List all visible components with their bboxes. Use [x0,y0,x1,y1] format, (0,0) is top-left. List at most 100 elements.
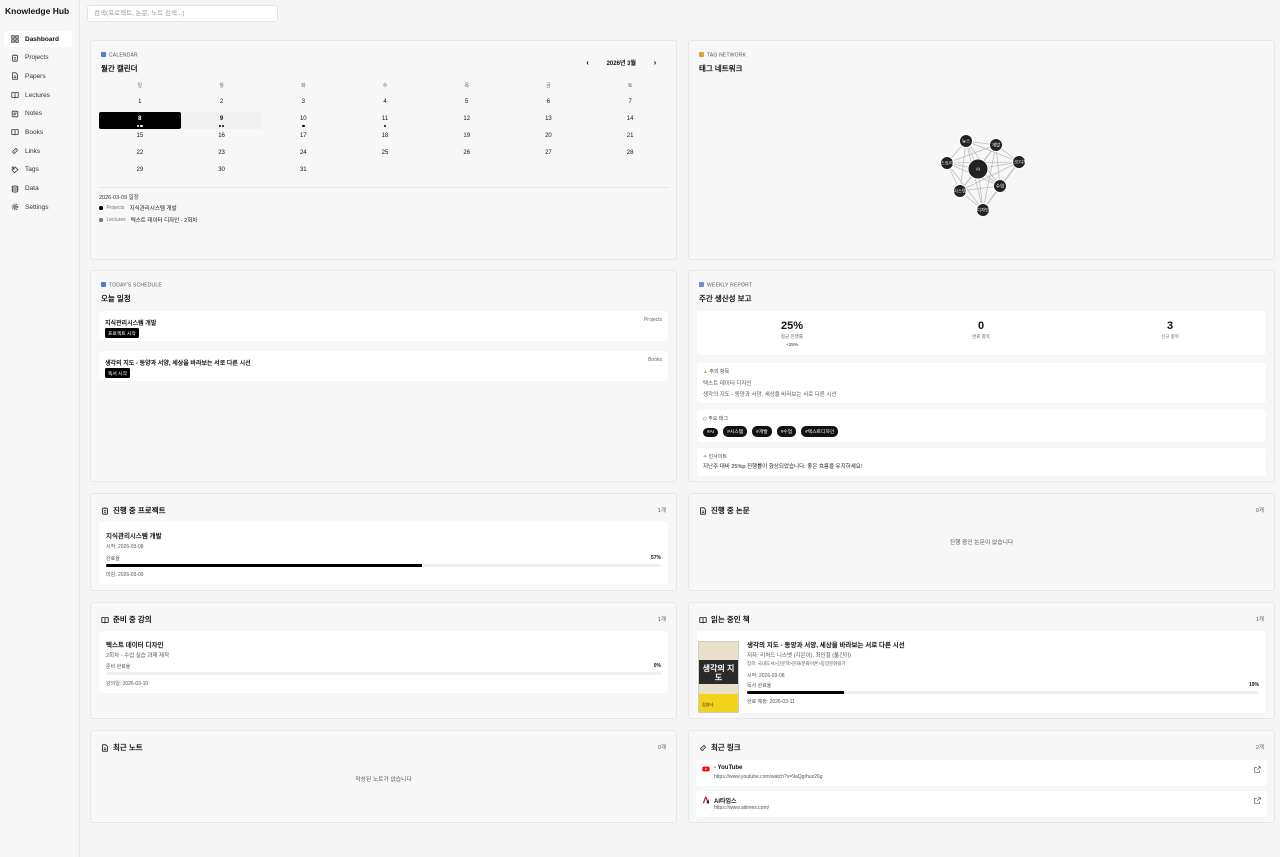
lecture-subtitle: 2회차 - 수업 실습 과제 제작 [106,653,170,659]
calendar-day[interactable]: 25 [344,146,426,163]
clipboard-icon [102,507,108,515]
attention-item[interactable]: 생각의 지도 - 동양과 서양, 세상을 바라보는 서로 다른 시선 [703,390,837,398]
sidebar-item-projects[interactable]: Projects [4,50,72,66]
calendar-day[interactable]: 22 [99,146,181,163]
lectures-count: 1개 [657,617,666,623]
event-source: Lectures [106,217,126,223]
calendar-day[interactable]: 27 [508,146,590,163]
schedule-panel: TODAY'S SCHEDULE 오늘 일정 지식관리시스템 개발 Projec… [90,270,677,482]
external-link-icon[interactable] [1254,766,1261,773]
book-due: 완료 예정: 2026-03-11 [747,699,795,705]
external-link-icon[interactable] [1254,797,1261,804]
tag-graph[interactable]: AI 뉴스개발텍스트디자인 스토리시스템 수업디자인 [689,41,1276,261]
calendar-day[interactable]: 18 [344,129,426,146]
book-card[interactable]: 생각의 지도 김영사 생각의 지도 - 동양과 서양, 세상을 바라보는 서로 … [697,631,1266,713]
calendar-day[interactable]: 19 [426,129,508,146]
link-title: AI타임스 [714,799,737,805]
day-number: 30 [218,167,225,173]
calendar-day[interactable]: 29 [99,163,181,180]
book-title: 생각의 지도 - 동양과 서양, 세상을 바라보는 서로 다른 시선 [747,642,905,649]
link-icon [700,744,706,751]
calendar-day[interactable]: 26 [426,146,508,163]
calendar-day[interactable]: 11 [344,112,426,129]
chevron-left-icon[interactable]: ‹ [583,58,593,67]
tag-chip[interactable]: #수업 [776,426,797,437]
tag-chip[interactable]: #AI [703,428,719,437]
sidebar-item-dashboard[interactable]: Dashboard [4,31,72,47]
link-item[interactable]: AI타임스 https://www.aitimes.com/ [696,791,1267,817]
calendar-day[interactable]: 6 [508,95,590,112]
calendar-day[interactable]: 2 [181,95,263,112]
link-url: https://www.aitimes.com/ [714,805,770,811]
calendar-day[interactable]: 4 [344,95,426,112]
calendar-day[interactable]: 3 [262,95,344,112]
weekday-label: 토 [627,83,633,89]
notes-count: 0개 [657,745,666,751]
graph-node[interactable]: 개발 [989,138,1003,152]
sidebar-item-books[interactable]: Books [4,124,72,140]
calendar-day[interactable]: 10 [262,112,344,129]
calendar-day[interactable]: 20 [508,129,590,146]
link-item[interactable]: - YouTube https://www.youtube.com/watch?… [696,760,1267,786]
tags-label: ◇ 주요 태그 [703,416,729,422]
sidebar-item-notes[interactable]: Notes [4,106,72,122]
sidebar-item-lectures[interactable]: Lectures [4,87,72,103]
weekday-label: 목 [464,83,469,89]
calendar-day[interactable]: 31 [262,163,344,180]
day-number: 14 [626,116,634,122]
project-card[interactable]: 지식관리시스템 개발 시작: 2026-03-08 완료율 57% 마감: 20… [99,522,668,584]
calendar-day[interactable]: 7 [589,95,671,112]
graph-node[interactable]: 디자인 [976,203,990,217]
calendar-day[interactable]: 12 [426,112,508,129]
search-input[interactable] [87,5,278,22]
papers-count: 0개 [1255,508,1264,514]
calendar-day[interactable]: 21 [589,129,671,146]
sidebar-item-papers[interactable]: Papers [4,68,72,84]
calendar-day[interactable]: 8 [99,112,181,129]
calendar-event[interactable]: Lectures 텍스트 데이터 디자인 - 2회차 [99,216,197,224]
calendar-event[interactable]: Projects 지식관리시스템 개발 [99,204,177,212]
sidebar-item-label: Dashboard [25,35,59,43]
attention-item[interactable]: 텍스트 데이터 디자인 [703,379,752,387]
tag-chip[interactable]: #개발 [752,426,772,437]
calendar-day[interactable]: 5 [426,95,508,112]
calendar-day[interactable]: 14 [589,112,671,129]
calendar-day[interactable]: 28 [589,146,671,163]
sidebar-item-tags[interactable]: Tags [4,162,72,178]
graph-node[interactable]: 수업 [993,179,1007,193]
sidebar-item-data[interactable]: Data [4,181,72,197]
chevron-right-icon[interactable]: › [650,58,660,67]
papers-title: 진행 중 논문 [699,505,750,516]
tag-chip[interactable]: #텍스트디자인 [801,426,839,437]
graph-node[interactable]: 뉴스 [959,134,973,148]
schedule-item[interactable]: 생각의 지도 - 동양과 서양, 세상을 바라보는 서로 다른 시선 Books… [99,351,668,381]
calendar-day[interactable]: 16 [181,129,263,146]
weekly-stats: 25% 평균 진행률 +25% 0 완료 항목 3 신규 항목 [697,311,1266,355]
graph-node[interactable]: 스토리 [940,156,954,170]
calendar-day[interactable]: 15 [99,129,181,146]
empty-message: 진행 중인 논문이 없습니다 [949,540,1014,546]
sidebar-item-settings[interactable]: Settings [4,199,72,215]
day-number: 27 [545,150,552,156]
day-number: 29 [136,167,144,173]
lectures-title: 준비 중 강의 [101,614,152,625]
progress-value: 57% [650,555,661,561]
graph-node-label: 스토리 [941,160,953,167]
links-count: 2개 [1255,745,1264,751]
calendar-day[interactable]: 9 [180,112,263,129]
schedule-item[interactable]: 지식관리시스템 개발 Projects 프로젝트 시작 [99,311,668,341]
graph-node[interactable]: 시스템 [953,184,967,198]
tag-chip[interactable]: #시스템 [723,426,748,437]
calendar-day[interactable]: 23 [181,146,263,163]
calendar-day[interactable]: 1 [99,95,181,112]
event-dot [383,124,387,127]
calendar-day[interactable]: 24 [262,146,344,163]
schedule-title: 오늘 일정 [101,294,131,303]
sidebar-item-links[interactable]: Links [4,143,72,159]
sidebar-item-label: Tags [25,166,39,174]
calendar-day[interactable]: 17 [262,129,344,146]
graph-node[interactable]: AI [967,158,989,180]
lecture-card[interactable]: 텍스트 데이터 디자인 2회차 - 수업 실습 과제 제작 준비 완료율 0% … [99,631,668,693]
calendar-day[interactable]: 13 [508,112,590,129]
calendar-day[interactable]: 30 [181,163,263,180]
